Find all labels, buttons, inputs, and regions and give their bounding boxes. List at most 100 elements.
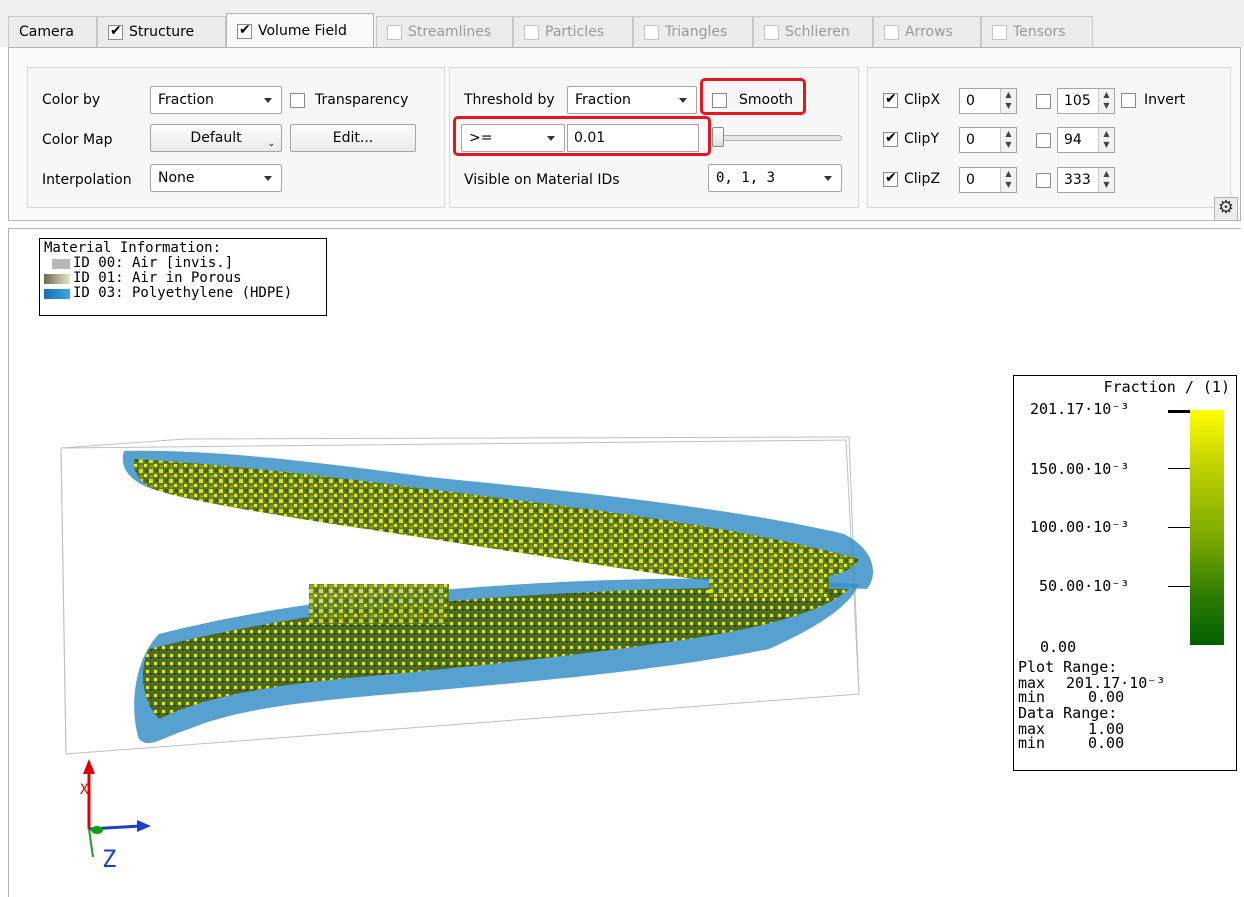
- data-min-value: 0.00: [1088, 734, 1125, 752]
- threshold-slider-handle[interactable]: [712, 127, 724, 147]
- colorbar-tick: [1168, 468, 1190, 469]
- structure-checkbox[interactable]: [108, 23, 123, 40]
- colorbar-tick: [1168, 410, 1190, 413]
- threshold-by-dropdown[interactable]: Fraction: [567, 86, 697, 114]
- spin-arrows-icon[interactable]: ▲ ▼: [1098, 89, 1114, 113]
- smooth-highlight-box: [700, 78, 806, 115]
- clip-x-min-spinbox[interactable]: 0 ▲ ▼: [959, 88, 1017, 114]
- clip-y-max-value: 94: [1064, 132, 1082, 148]
- tick-label: 201.17·10⁻³: [1030, 400, 1130, 418]
- spin-arrows-icon[interactable]: ▲ ▼: [1000, 168, 1016, 192]
- colorbar-tick: [1168, 527, 1190, 528]
- transparency-checkbox-row[interactable]: Transparency: [290, 92, 408, 108]
- color-group: Color by Fraction Transparency Color Map…: [27, 67, 445, 208]
- invert-checkbox-row[interactable]: Invert: [1121, 92, 1185, 108]
- tab-label: Structure: [129, 24, 195, 40]
- color-map-label: Color Map: [42, 132, 113, 148]
- tab-label: Tensors: [1013, 24, 1066, 40]
- clip-z-max-checkbox[interactable]: [1036, 173, 1051, 188]
- interpolation-label: Interpolation: [42, 172, 132, 188]
- tab-label: Schlieren: [785, 24, 850, 40]
- clip-x-max-value: 105: [1064, 93, 1091, 109]
- tab-streamlines[interactable]: Streamlines: [376, 16, 513, 47]
- colorbar-legend: Fraction / (1) 201.17·10⁻³ 150.00·10⁻³ 1…: [1013, 375, 1237, 771]
- particles-checkbox[interactable]: [524, 24, 539, 40]
- spin-arrows-icon[interactable]: ▲ ▼: [1000, 89, 1016, 113]
- streamlines-checkbox[interactable]: [387, 24, 402, 40]
- clip-y-label: ClipY: [904, 131, 939, 147]
- tick-label: 150.00·10⁻³: [1030, 460, 1130, 478]
- threshold-by-label: Threshold by: [464, 92, 555, 108]
- interpolation-dropdown[interactable]: None: [150, 164, 282, 192]
- clip-z-label: ClipZ: [904, 171, 941, 187]
- clip-x-checkbox[interactable]: [883, 91, 898, 108]
- tick-label: 0.00: [1040, 638, 1077, 656]
- clip-x-label: ClipX: [904, 92, 941, 108]
- color-by-dropdown[interactable]: Fraction: [150, 86, 282, 114]
- clip-y-max-spinbox[interactable]: 94 ▲ ▼: [1057, 127, 1115, 153]
- tick-label: 100.00·10⁻³: [1030, 518, 1130, 536]
- visible-material-ids-value: 0, 1, 3: [716, 170, 776, 186]
- axis-x-label: X: [80, 782, 89, 798]
- clip-z-max-spinbox[interactable]: 333 ▲ ▼: [1057, 167, 1115, 193]
- chevron-down-icon: [264, 98, 272, 103]
- color-map-value: Default: [190, 130, 242, 146]
- clip-y-max-checkbox[interactable]: [1036, 133, 1051, 148]
- volume-field-checkbox[interactable]: [237, 22, 252, 39]
- spin-arrows-icon[interactable]: ▲ ▼: [1098, 168, 1114, 192]
- schlieren-checkbox[interactable]: [764, 24, 779, 40]
- application-window: Camera Structure Volume Field Streamline…: [0, 0, 1244, 897]
- tab-schlieren[interactable]: Schlieren: [753, 16, 873, 47]
- tab-label: Arrows: [905, 24, 953, 40]
- chevron-down-icon: [824, 176, 832, 181]
- clip-z-checkbox-row[interactable]: ClipZ: [883, 170, 941, 187]
- invert-checkbox[interactable]: [1121, 92, 1136, 108]
- clip-y-min-value: 0: [966, 132, 975, 148]
- invert-label: Invert: [1144, 92, 1186, 108]
- visible-material-ids-dropdown[interactable]: 0, 1, 3: [708, 164, 842, 192]
- tick-label: 50.00·10⁻³: [1039, 577, 1130, 595]
- clip-x-checkbox-row[interactable]: ClipX: [883, 91, 941, 108]
- tab-label: Streamlines: [408, 24, 492, 40]
- clip-y-checkbox[interactable]: [883, 130, 898, 147]
- clip-y-min-spinbox[interactable]: 0 ▲ ▼: [959, 127, 1017, 153]
- clip-z-min-spinbox[interactable]: 0 ▲ ▼: [959, 167, 1017, 193]
- axis-y-marker: [91, 826, 103, 834]
- clip-group: ClipX 0 ▲▼ 105 ▲▼ Invert ClipY 0 ▲▼: [867, 67, 1231, 208]
- tab-arrows[interactable]: Arrows: [873, 16, 981, 47]
- tab-label: Volume Field: [258, 23, 347, 39]
- clip-x-max-spinbox[interactable]: 105 ▲ ▼: [1057, 88, 1115, 114]
- 3d-viewport[interactable]: Material Information: ID 00: Air [invis.…: [8, 228, 1241, 897]
- color-map-dropdown[interactable]: Default ⌄: [150, 124, 282, 152]
- tab-structure[interactable]: Structure: [97, 16, 226, 47]
- spin-arrows-icon[interactable]: ▲ ▼: [1098, 128, 1114, 152]
- tab-particles[interactable]: Particles: [513, 16, 633, 47]
- axis-y-line: [88, 828, 94, 858]
- tab-camera[interactable]: Camera: [8, 16, 97, 47]
- edit-colormap-button[interactable]: Edit...: [290, 124, 416, 152]
- arrows-checkbox[interactable]: [884, 24, 899, 40]
- clip-z-checkbox[interactable]: [883, 170, 898, 187]
- tab-volume-field[interactable]: Volume Field: [226, 13, 374, 48]
- spin-arrows-icon[interactable]: ▲ ▼: [1000, 128, 1016, 152]
- clip-y-checkbox-row[interactable]: ClipY: [883, 130, 939, 147]
- legend-title: Fraction / (1): [1103, 378, 1230, 396]
- threshold-slider[interactable]: [712, 135, 842, 141]
- transparency-label: Transparency: [315, 92, 409, 108]
- triangles-checkbox[interactable]: [644, 24, 659, 40]
- tensors-checkbox[interactable]: [992, 24, 1007, 40]
- clip-x-max-checkbox[interactable]: [1036, 94, 1051, 109]
- tab-label: Particles: [545, 24, 605, 40]
- tab-tensors[interactable]: Tensors: [981, 16, 1093, 47]
- tab-label: Triangles: [665, 24, 728, 40]
- tab-bar: Camera Structure Volume Field Streamline…: [0, 0, 1244, 48]
- tab-triangles[interactable]: Triangles: [633, 16, 753, 47]
- edit-label: Edit...: [332, 130, 374, 146]
- color-by-value: Fraction: [158, 92, 214, 108]
- transparency-checkbox[interactable]: [290, 92, 305, 108]
- gear-icon[interactable]: ⚙: [1214, 197, 1238, 221]
- tab-label: Camera: [19, 24, 74, 40]
- colorbar-gradient: [1190, 410, 1224, 645]
- data-min-label: min: [1018, 734, 1046, 752]
- visible-material-ids-label: Visible on Material IDs: [464, 172, 620, 188]
